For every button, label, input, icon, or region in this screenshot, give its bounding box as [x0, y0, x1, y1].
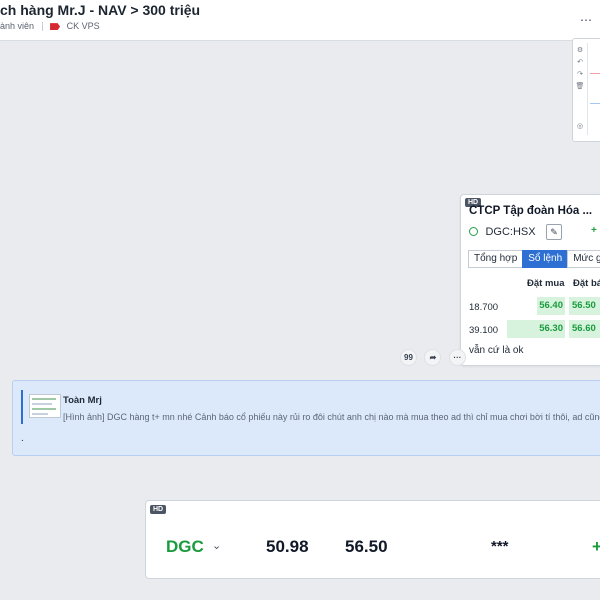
conversation-subtitle: ành viên CK VPS	[0, 21, 100, 32]
divider	[41, 22, 43, 32]
thumb-line	[32, 408, 56, 410]
chart-line	[590, 73, 600, 74]
quote-icon[interactable]: 99	[400, 349, 417, 366]
bid-header: Đặt mua	[527, 278, 565, 289]
order-book-row: 39.100 56.30 56.60	[461, 320, 600, 340]
bid-price: 56.40	[537, 297, 565, 315]
conversation-header: ch hàng Mr.J - NAV > 300 triệu ành viên …	[0, 0, 600, 41]
hd-badge: HD	[150, 505, 167, 514]
redo-icon[interactable]: ↷	[575, 69, 585, 81]
message-caption: vẫn cứ là ok	[469, 345, 524, 356]
stock-code-row: DGC:HSX ✎	[469, 223, 563, 241]
stock-code: DGC:HSX	[485, 225, 536, 238]
member-count[interactable]: ành viên	[0, 21, 34, 31]
edit-icon[interactable]: ✎	[546, 223, 563, 240]
ask-price: 56.60	[569, 320, 600, 338]
quoted-text: [Hình ảnh] DGC hàng t+ mn nhé Cảnh báo c…	[63, 412, 600, 422]
ticker-value-1: 50.98	[266, 537, 309, 556]
chart-line	[590, 103, 600, 104]
ticker-change: +	[592, 537, 600, 556]
stock-tabs: Tổng hợp Sổ lệnh Mức g	[468, 248, 600, 268]
tab-tong-hop[interactable]: Tổng hợp	[468, 250, 524, 268]
undo-icon[interactable]: ↶	[575, 57, 585, 69]
bid-price: 56.30	[507, 320, 565, 338]
company-name: CTCP Tập đoàn Hóa ...	[469, 205, 593, 217]
thumb-line	[32, 398, 56, 400]
chart-toolbar: ⚙ ↶ ↷ 🗑 ◎	[575, 45, 585, 133]
masked-value: ***	[491, 538, 509, 555]
tab-so-lenh[interactable]: Sổ lệnh	[522, 250, 569, 268]
thumb-line	[32, 413, 48, 415]
label-tag-icon	[50, 23, 61, 31]
ask-price: 56.50	[569, 297, 600, 315]
camera-icon[interactable]: ◎	[575, 121, 585, 133]
gear-icon[interactable]: ⚙	[575, 45, 585, 57]
label-tag-text[interactable]: CK VPS	[67, 21, 100, 31]
chevron-down-icon[interactable]: ⌄	[212, 539, 221, 552]
bid-quantity: 39.100	[469, 325, 499, 336]
quoted-message[interactable]: Toàn Mrj [Hình ảnh] DGC hàng t+ mn nhé C…	[21, 390, 600, 424]
conversation-title[interactable]: ch hàng Mr.J - NAV > 300 triệu	[0, 2, 200, 18]
more-options-icon[interactable]: ⋯	[576, 10, 596, 30]
ticker-value-2: 56.50	[345, 537, 388, 556]
reply-text: .	[21, 433, 24, 444]
chart-thumbnail	[587, 43, 600, 135]
order-book-row: 18.700 56.40 56.50	[461, 297, 600, 317]
message-actions: 99 ➦ ···	[400, 347, 469, 366]
forward-icon[interactable]: ➦	[424, 349, 442, 366]
ask-header: Đặt bá	[573, 278, 600, 289]
quoted-author: Toàn Mrj	[63, 395, 102, 406]
price-change: +	[591, 225, 597, 236]
ticker-symbol[interactable]: DGC	[166, 537, 204, 557]
reply-message[interactable]: Toàn Mrj [Hình ảnh] DGC hàng t+ mn nhé C…	[12, 380, 600, 456]
quoted-image-thumbnail[interactable]	[29, 394, 61, 418]
bid-quantity: 18.700	[469, 302, 499, 313]
image-preview-card[interactable]: ⚙ ↶ ↷ 🗑 ◎	[572, 38, 600, 142]
ticker-card[interactable]: HD DGC ⌄ 50.98 56.50 *** +	[145, 500, 600, 579]
thumb-line	[32, 403, 52, 405]
stock-card[interactable]: HD CTCP Tập đoàn Hóa ... DGC:HSX ✎ + Tổn…	[460, 194, 600, 366]
trash-icon[interactable]: 🗑	[575, 81, 585, 93]
status-dot-icon	[469, 227, 478, 237]
more-icon[interactable]: ···	[448, 349, 466, 366]
tab-muc-gia[interactable]: Mức g	[567, 250, 600, 268]
